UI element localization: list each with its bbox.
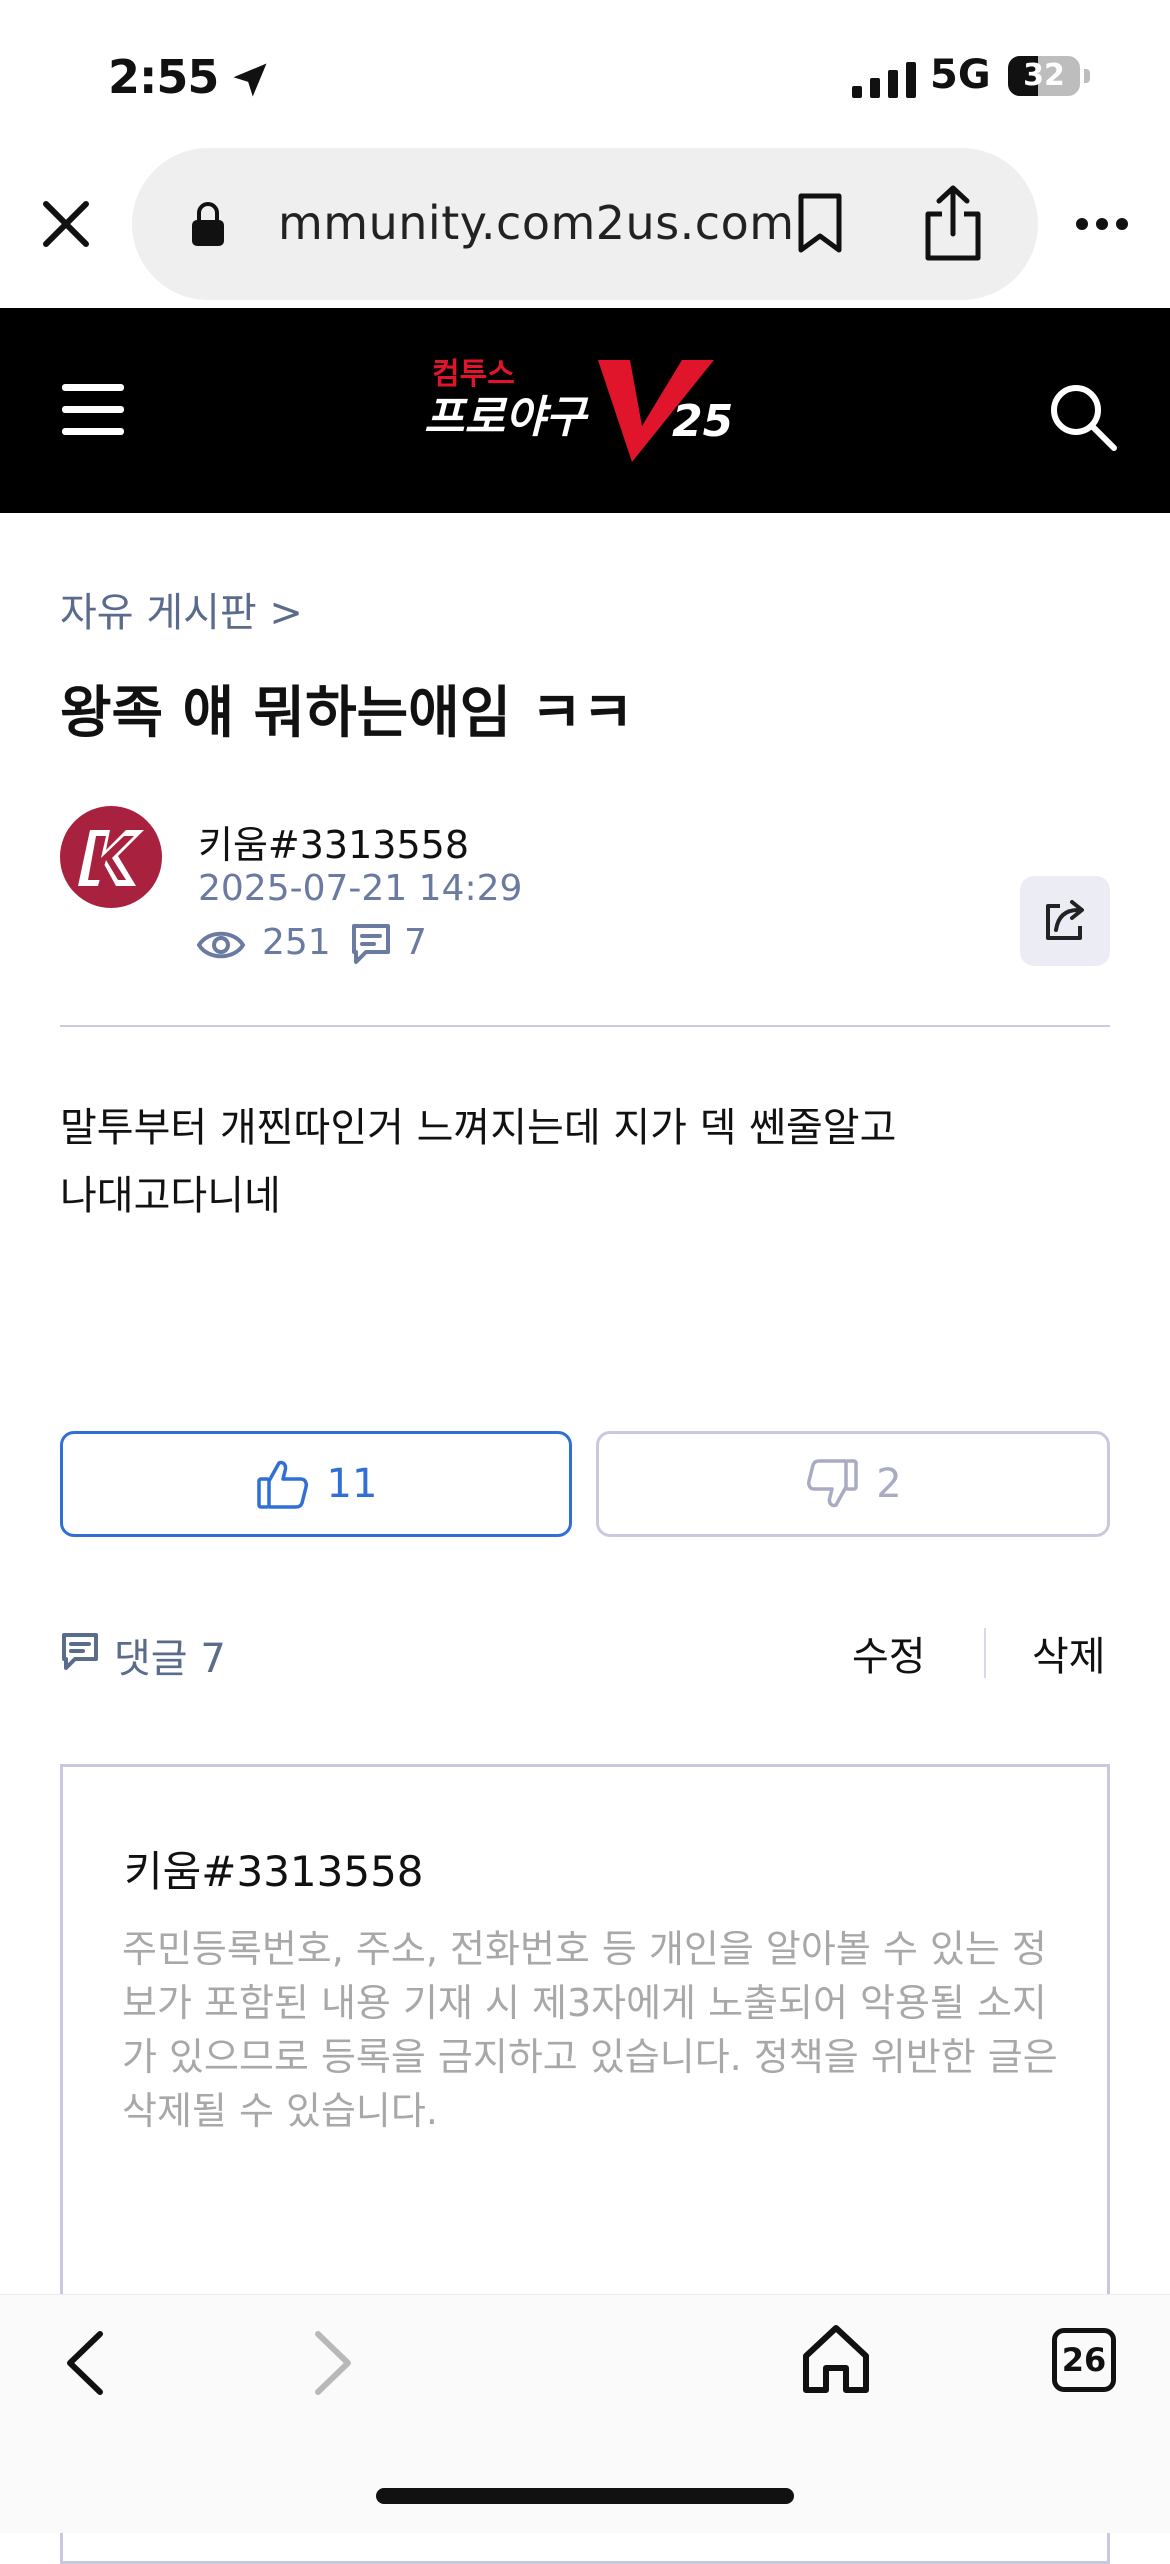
search-icon[interactable] [1046,380,1118,452]
breadcrumb[interactable]: 자유 게시판 > [60,580,303,638]
lock-icon [192,202,224,246]
share-post-icon [1046,900,1084,940]
divider [60,1025,1110,1027]
thumbs-down-icon [807,1459,859,1508]
comment-input-placeholder[interactable]: 주민등록번호, 주소, 전화번호 등 개인을 알아볼 수 있는 정보가 포함된 … [122,1922,1062,2138]
signal-icon [852,62,916,98]
post-body-line: 말투부터 개찐따인거 느껴지는데 지가 덱 쎈줄알고 [60,1105,897,1151]
location-arrow-icon [233,63,267,97]
more-icon[interactable] [1074,214,1130,234]
post-title: 왕족 얘 뭐하는애임 ㅋㅋ [60,681,634,746]
commenter-name: 키움#3313558 [124,1847,424,1896]
dislike-button[interactable]: 2 [596,1431,1110,1537]
forward-icon[interactable] [308,2330,358,2396]
post-body: 말투부터 개찐따인거 느껴지는데 지가 덱 쎈줄알고 나대고다니네 [60,1094,1060,1230]
thumbs-up-icon [256,1460,308,1509]
post-date: 2025-07-21 14:29 [198,868,523,909]
like-count: 11 [326,1461,378,1507]
site-logo[interactable]: 컴투스 프로야구 25 [420,350,750,470]
team-k-logo-icon [78,830,144,886]
view-count: 251 [262,922,331,963]
hamburger-icon[interactable] [62,382,124,438]
back-icon[interactable] [60,2330,110,2396]
post-body-line: 나대고다니네 [60,1173,281,1219]
network-type: 5G [930,52,991,98]
home-icon[interactable] [800,2322,872,2396]
delete-button[interactable]: 삭제 [1032,1624,1106,1682]
comments-label: 댓글 7 [114,1636,226,1682]
tabs-button[interactable]: 26 [1052,2328,1116,2392]
close-icon[interactable] [38,196,94,252]
comment-count: 7 [404,922,427,963]
share-post-button[interactable] [1020,876,1110,966]
divider [984,1628,986,1678]
comment-icon [352,924,390,964]
bookmark-icon[interactable] [795,192,845,254]
eye-icon [196,931,246,959]
status-time: 2:55 [108,50,219,104]
share-icon[interactable] [922,184,984,262]
battery-icon: 32 [1008,56,1090,98]
edit-button[interactable]: 수정 [852,1624,926,1682]
avatar[interactable] [60,806,162,908]
logo-title-text: 프로야구 [424,392,589,443]
home-indicator[interactable] [376,2488,794,2504]
logo-brand-text: 컴투스 [432,357,515,392]
dislike-count: 2 [876,1461,902,1507]
like-button[interactable]: 11 [60,1431,572,1537]
url-text[interactable]: mmunity.com2us.com [278,196,795,250]
comment-icon [62,1633,98,1670]
battery-level: 32 [1023,58,1065,93]
logo-year-text: 25 [672,396,733,447]
author-name[interactable]: 키움#3313558 [198,814,469,869]
